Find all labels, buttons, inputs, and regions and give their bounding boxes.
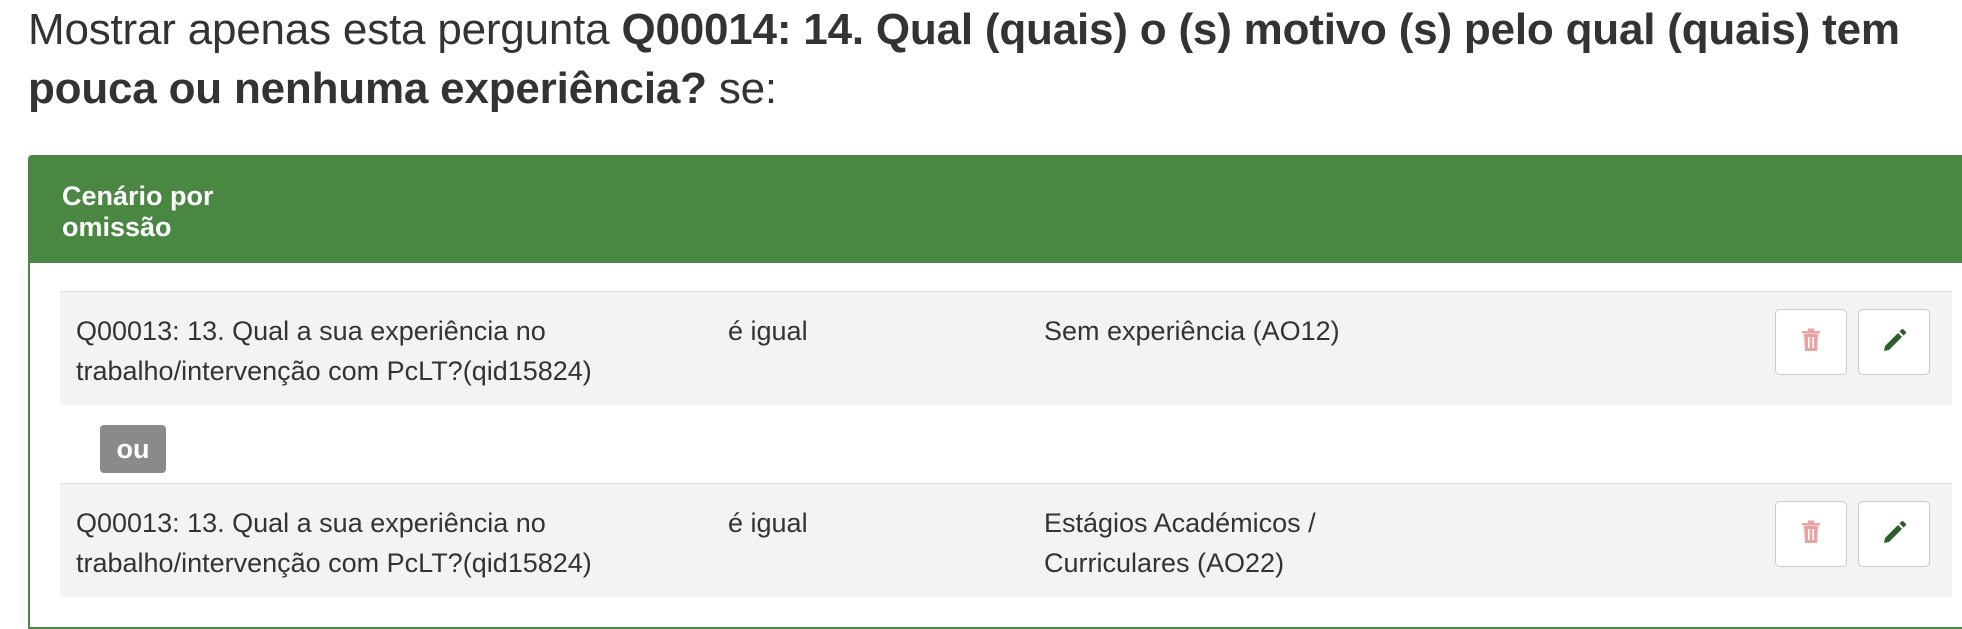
condition-row: Q00013: 13. Qual a sua experiência no tr… <box>60 291 1952 405</box>
condition-operator: é igual <box>728 316 808 346</box>
trash-icon <box>1801 328 1821 357</box>
heading-prefix: Mostrar apenas esta pergunta <box>28 5 622 54</box>
trash-icon <box>1801 520 1821 549</box>
edit-condition-button[interactable] <box>1858 309 1930 375</box>
scenario-header: Cenário por omissão <box>30 157 1962 263</box>
scenario-title: Cenário por omissão <box>62 181 214 242</box>
condition-value: Sem experiência (AO12) <box>1044 316 1340 346</box>
delete-condition-button[interactable] <box>1775 501 1847 567</box>
condition-question: Q00013: 13. Qual a sua experiência no tr… <box>76 316 592 386</box>
or-connector-badge: ou <box>100 425 166 473</box>
pencil-icon <box>1881 327 1907 358</box>
scenario-panel: Cenário por omissão Q00013: 13. Qual a s… <box>28 155 1962 629</box>
heading-suffix: se: <box>706 64 777 113</box>
edit-condition-button[interactable] <box>1858 501 1930 567</box>
condition-row: Q00013: 13. Qual a sua experiência no tr… <box>60 483 1952 597</box>
condition-question: Q00013: 13. Qual a sua experiência no tr… <box>76 508 592 578</box>
delete-condition-button[interactable] <box>1775 309 1847 375</box>
pencil-icon <box>1881 519 1907 550</box>
condition-operator: é igual <box>728 508 808 538</box>
condition-value: Estágios Académicos / Curriculares (AO22… <box>1044 508 1316 578</box>
condition-heading: Mostrar apenas esta pergunta Q00014: 14.… <box>28 0 1962 118</box>
